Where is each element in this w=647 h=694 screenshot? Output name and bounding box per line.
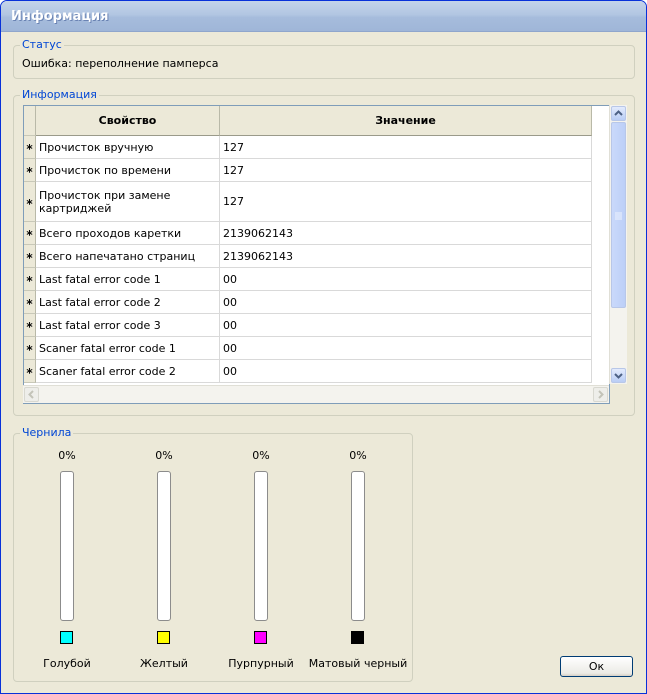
property-cell[interactable]: Scaner fatal error code 1	[36, 337, 220, 360]
row-marker[interactable]: *	[24, 291, 36, 314]
value-cell[interactable]: 2139062143	[220, 222, 592, 245]
row-marker[interactable]: *	[24, 222, 36, 245]
property-cell[interactable]: Scaner fatal error code 2	[36, 360, 220, 383]
ink-bar-yellow	[157, 471, 171, 621]
scroll-left-button[interactable]	[24, 387, 39, 402]
property-cell[interactable]: Прочисток вручную	[36, 136, 220, 159]
property-cell[interactable]: Прочисток при замене картриджей	[36, 182, 220, 222]
ink-swatch-magenta	[254, 631, 267, 644]
ink-level-magenta: 0%	[252, 449, 270, 462]
property-cell[interactable]: Last fatal error code 1	[36, 268, 220, 291]
value-cell[interactable]: 00	[220, 337, 592, 360]
ink-bar-black	[351, 471, 365, 621]
value-cell[interactable]: 00	[220, 291, 592, 314]
ink-name-cyan: Голубой	[43, 657, 91, 670]
status-legend: Статус	[20, 38, 64, 51]
column-header-property[interactable]: Свойство	[36, 106, 220, 136]
scroll-thumb[interactable]	[611, 122, 626, 308]
vertical-scrollbar[interactable]	[609, 105, 627, 384]
value-cell[interactable]: 00	[220, 268, 592, 291]
status-text: Ошибка: переполнение памперса	[22, 57, 219, 70]
info-dialog: Информация Статус Ошибка: переполнение п…	[0, 0, 647, 694]
row-marker[interactable]: *	[24, 268, 36, 291]
row-marker[interactable]: *	[24, 360, 36, 383]
status-group: Статус Ошибка: переполнение памперса	[13, 38, 635, 79]
window-title: Информация	[11, 9, 109, 24]
info-group: Информация Свойство Значение * Прочисток …	[13, 88, 635, 416]
chevron-up-icon	[614, 110, 623, 116]
value-cell[interactable]: 127	[220, 159, 592, 182]
value-cell[interactable]: 127	[220, 182, 592, 222]
ink-name-magenta: Пурпурный	[228, 657, 294, 670]
ink-legend: Чернила	[20, 426, 74, 439]
value-cell[interactable]: 00	[220, 314, 592, 337]
horizontal-scrollbar[interactable]	[23, 385, 609, 403]
value-cell[interactable]: 00	[220, 360, 592, 383]
chevron-down-icon	[614, 373, 623, 379]
grip-icon	[615, 212, 622, 220]
ok-button[interactable]: Ок	[560, 656, 633, 677]
scroll-up-button[interactable]	[611, 106, 626, 121]
table-corner	[24, 106, 36, 136]
value-cell[interactable]: 2139062143	[220, 245, 592, 268]
ink-name-black: Матовый черный	[308, 657, 408, 670]
property-cell[interactable]: Всего напечатано страниц	[36, 245, 220, 268]
row-marker[interactable]: *	[24, 314, 36, 337]
ink-name-yellow: Желтый	[140, 657, 188, 670]
info-table[interactable]: Свойство Значение * Прочисток вручную 127 *…	[23, 105, 610, 404]
row-marker[interactable]: *	[24, 159, 36, 182]
chevron-right-icon	[598, 390, 604, 399]
property-cell[interactable]: Всего проходов каретки	[36, 222, 220, 245]
title-bar[interactable]: Информация	[1, 1, 646, 32]
ink-swatch-cyan	[60, 631, 73, 644]
row-marker[interactable]: *	[24, 337, 36, 360]
property-cell[interactable]: Last fatal error code 2	[36, 291, 220, 314]
ink-group: Чернила 0% Голубой 0% Желтый 0% Пурпурны…	[13, 426, 413, 682]
ink-level-yellow: 0%	[155, 449, 173, 462]
ink-bar-cyan	[60, 471, 74, 621]
ink-level-black: 0%	[349, 449, 367, 462]
row-marker[interactable]: *	[24, 245, 36, 268]
ink-swatch-black	[351, 631, 364, 644]
row-marker[interactable]: *	[24, 182, 36, 222]
ink-swatch-yellow	[157, 631, 170, 644]
ink-bar-magenta	[254, 471, 268, 621]
info-legend: Информация	[20, 88, 99, 101]
scroll-down-button[interactable]	[611, 368, 626, 383]
ink-level-cyan: 0%	[58, 449, 76, 462]
column-header-value[interactable]: Значение	[220, 106, 592, 136]
dialog-client-area: Статус Ошибка: переполнение памперса Инф…	[4, 32, 643, 690]
value-cell[interactable]: 127	[220, 136, 592, 159]
property-cell[interactable]: Last fatal error code 3	[36, 314, 220, 337]
scroll-right-button[interactable]	[593, 387, 608, 402]
row-marker[interactable]: *	[24, 136, 36, 159]
property-cell[interactable]: Прочисток по времени	[36, 159, 220, 182]
chevron-left-icon	[28, 390, 34, 399]
